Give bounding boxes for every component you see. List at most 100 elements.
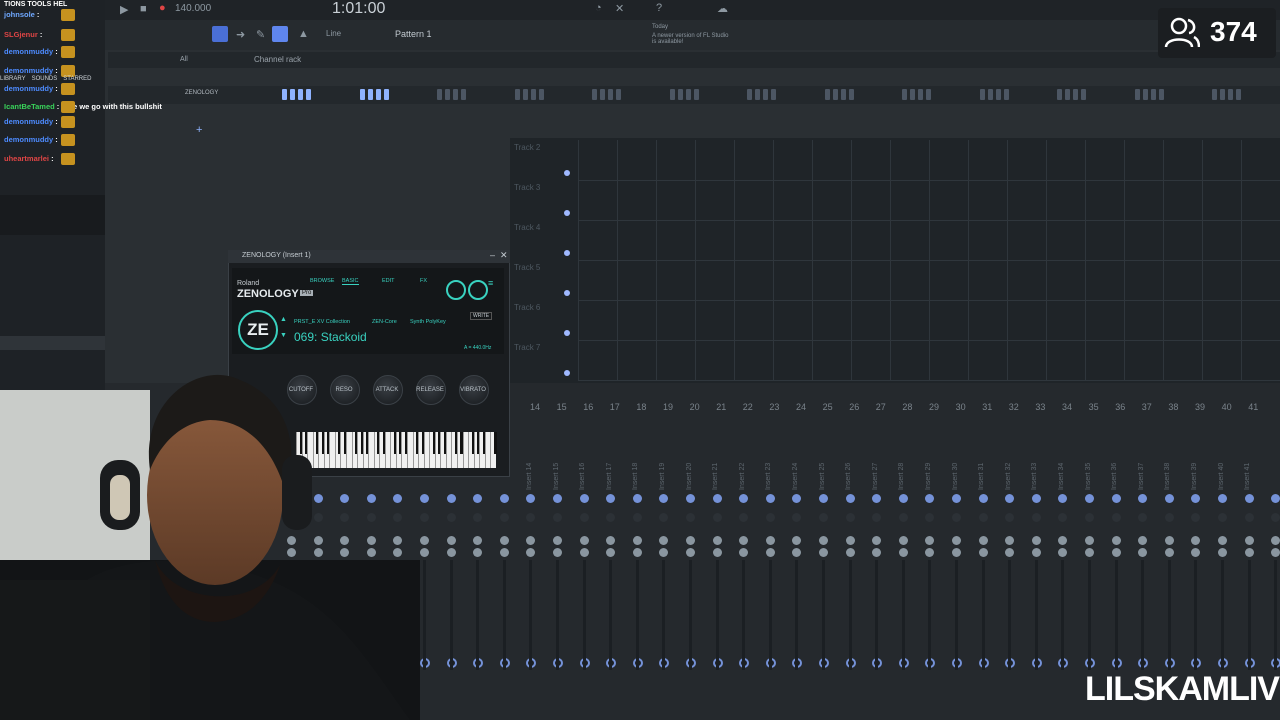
mixer-knob[interactable] — [978, 536, 988, 545]
mixer-knob[interactable] — [579, 548, 589, 557]
mixer-fader[interactable] — [1061, 560, 1065, 670]
mixer-insert-label[interactable]: Insert 20 — [686, 463, 693, 490]
step-button[interactable] — [445, 89, 450, 100]
white-key[interactable] — [434, 432, 436, 468]
mixer-knob[interactable] — [686, 548, 695, 557]
mixer-knob[interactable] — [1244, 548, 1254, 557]
mixer-knob[interactable] — [499, 513, 509, 522]
mixer-knob[interactable] — [898, 494, 908, 503]
level-knob[interactable] — [468, 280, 488, 300]
close-icon[interactable]: ✕ — [500, 250, 508, 261]
mixer-fader[interactable] — [822, 560, 825, 670]
step-button[interactable] — [1065, 89, 1070, 100]
plugin-titlebar[interactable]: ZENOLOGY (Insert 1) – ✕ — [228, 250, 510, 263]
mixer-knob[interactable] — [686, 536, 695, 545]
step-button[interactable] — [1081, 89, 1086, 100]
pencil-icon[interactable]: ✎ — [256, 28, 265, 41]
step-button[interactable] — [461, 89, 466, 100]
tab-browse[interactable]: BROWSE — [310, 278, 334, 284]
mixer-knob[interactable] — [952, 536, 961, 545]
mixer-insert-label[interactable]: Insert 32 — [1005, 463, 1012, 490]
step-button[interactable] — [902, 89, 907, 100]
mixer-knob[interactable] — [978, 548, 988, 557]
mixer-knob[interactable] — [1218, 548, 1227, 557]
white-key[interactable] — [440, 432, 442, 468]
mixer-fader[interactable] — [449, 560, 453, 670]
mixer-knob[interactable] — [553, 536, 562, 545]
mixer-knob[interactable] — [632, 548, 642, 557]
step-button[interactable] — [918, 89, 923, 100]
mixer-knob[interactable] — [420, 548, 429, 557]
step-button[interactable] — [979, 89, 985, 100]
tab-fx[interactable]: FX — [420, 278, 427, 284]
white-key[interactable] — [423, 432, 425, 468]
mixer-insert-label[interactable]: Insert 27 — [872, 463, 879, 490]
mixer-knob[interactable] — [420, 536, 429, 545]
mixer-fader[interactable] — [609, 560, 613, 670]
tab-sounds[interactable]: SOUNDS — [32, 76, 58, 82]
news-text[interactable]: A newer version of FL Studio is availabl… — [652, 33, 732, 45]
mixer-knob[interactable] — [1271, 548, 1280, 557]
white-key[interactable] — [473, 432, 475, 468]
step-button[interactable] — [755, 89, 760, 100]
mixer-knob[interactable] — [632, 513, 642, 522]
record-icon[interactable]: ● — [159, 2, 166, 14]
mixer-knob[interactable] — [898, 513, 908, 522]
mixer-fader[interactable] — [635, 560, 639, 670]
mixer-insert-label[interactable]: Insert 24 — [792, 463, 799, 490]
mixer-knob[interactable] — [1164, 494, 1174, 503]
mixer-fader[interactable] — [1114, 560, 1118, 670]
step-button[interactable] — [592, 89, 597, 100]
mixer-knob[interactable] — [1111, 513, 1121, 522]
mixer-insert-label[interactable]: Insert 34 — [1058, 463, 1065, 490]
track-name[interactable]: Track 3 — [514, 183, 540, 192]
step-button[interactable] — [926, 89, 931, 100]
white-key[interactable] — [451, 432, 453, 468]
track-mute-button[interactable] — [564, 210, 570, 216]
track-name[interactable]: Track 6 — [514, 303, 540, 312]
step-button[interactable] — [771, 89, 776, 100]
mixer-knob[interactable] — [1271, 513, 1280, 522]
step-button[interactable] — [1134, 89, 1140, 100]
mixer-knob[interactable] — [1031, 494, 1041, 503]
step-button[interactable] — [1142, 89, 1148, 100]
step-button[interactable] — [383, 89, 389, 100]
step-button[interactable] — [600, 89, 605, 100]
step-button[interactable] — [747, 89, 752, 100]
mixer-fader[interactable] — [1034, 560, 1038, 670]
mixer-knob[interactable] — [978, 513, 988, 522]
mixer-knob[interactable] — [1164, 548, 1174, 557]
mixer-fader[interactable] — [1194, 560, 1198, 670]
step-button[interactable] — [685, 89, 691, 100]
mixer-fader[interactable] — [875, 560, 879, 670]
mixer-knob[interactable] — [952, 513, 961, 522]
mixer-knob[interactable] — [978, 494, 988, 503]
mixer-fader[interactable] — [768, 560, 772, 670]
mixer-knob[interactable] — [579, 494, 589, 503]
prev-patch-icon[interactable]: ▲ — [280, 316, 287, 323]
tab-library[interactable]: LIBRARY — [0, 76, 26, 82]
mixer-insert-label[interactable]: Insert 18 — [632, 463, 639, 490]
mixer-fader[interactable] — [981, 560, 985, 670]
mixer-knob[interactable] — [898, 548, 908, 557]
track-name[interactable]: Track 2 — [514, 143, 540, 152]
mixer-knob[interactable] — [420, 494, 429, 503]
mixer-fader[interactable] — [662, 560, 666, 670]
step-button[interactable] — [306, 89, 311, 100]
step-button[interactable] — [669, 89, 675, 100]
mixer-fader[interactable] — [1008, 560, 1012, 670]
add-channel-icon[interactable]: + — [196, 124, 202, 136]
mixer-insert-label[interactable]: Insert 15 — [553, 463, 560, 490]
mixer-insert-label[interactable]: Insert 26 — [845, 463, 852, 490]
mixer-knob[interactable] — [1031, 536, 1041, 545]
mixer-insert-label[interactable]: Insert 25 — [819, 463, 826, 490]
mixer-insert-label[interactable]: Insert 21 — [712, 463, 719, 490]
mixer-knob[interactable] — [1085, 494, 1094, 503]
step-button[interactable] — [840, 89, 846, 100]
white-key[interactable] — [445, 432, 447, 468]
step-button[interactable] — [910, 89, 915, 100]
close-icon[interactable]: ✕ — [615, 2, 624, 15]
mixer-fader[interactable] — [901, 560, 905, 670]
mixer-fader[interactable] — [1088, 560, 1091, 670]
mixer-fader[interactable] — [955, 560, 958, 670]
